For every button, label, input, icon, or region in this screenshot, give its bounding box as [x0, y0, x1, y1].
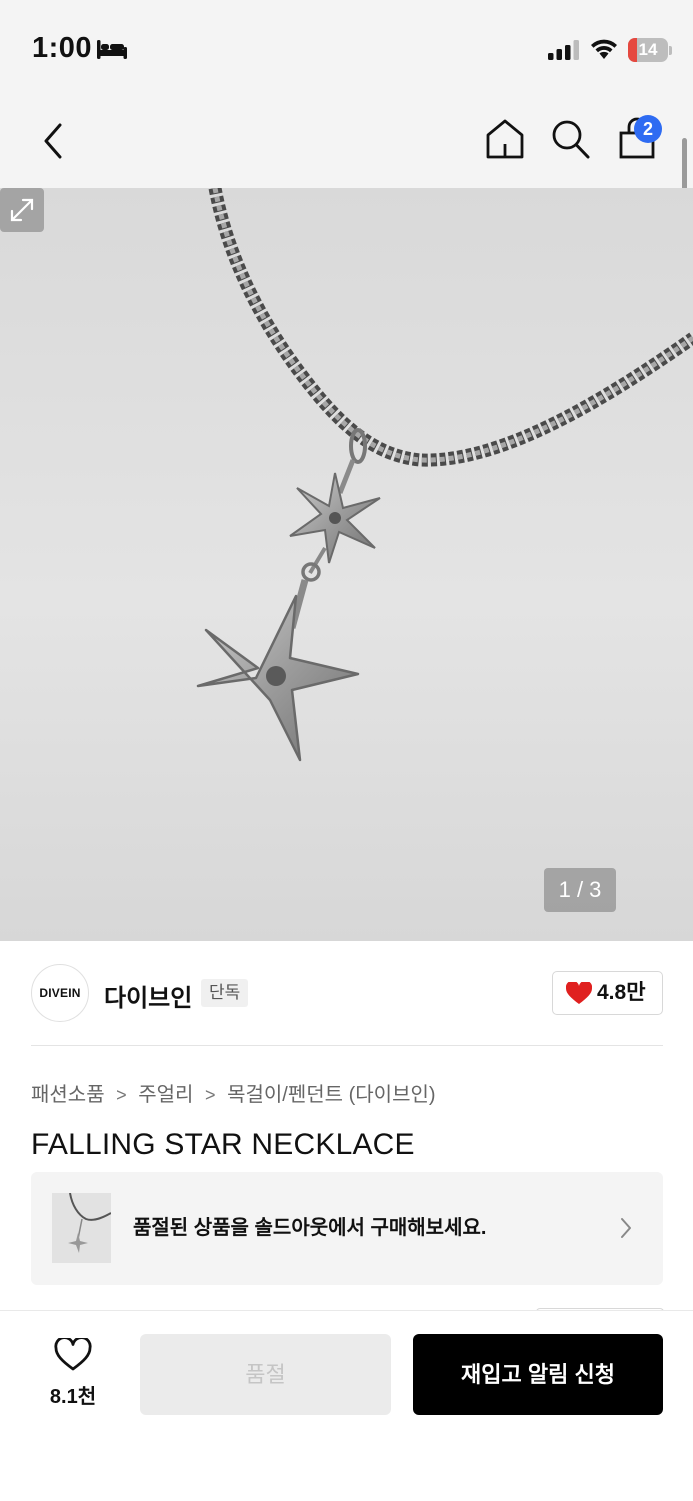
status-time: 1:00	[32, 32, 93, 64]
signal-icon	[548, 40, 579, 60]
breadcrumb-item[interactable]: 패션소품	[31, 1084, 105, 1106]
section-divider	[31, 1045, 663, 1046]
home-button[interactable]	[484, 117, 526, 161]
brand-logo[interactable]: DIVEIN	[31, 964, 89, 1022]
battery-icon: 14	[628, 38, 668, 62]
soldout-marketplace-banner[interactable]: 품절된 상품을 솔드아웃에서 구매해보세요.	[31, 1172, 663, 1285]
search-button[interactable]	[550, 117, 592, 161]
battery-nub	[669, 46, 672, 55]
expand-icon	[10, 198, 34, 222]
sleep-icon	[97, 40, 127, 59]
product-thumbnail	[52, 1193, 111, 1263]
product-image	[196, 188, 693, 762]
battery-level: 14	[638, 40, 658, 59]
top-nav-bar	[0, 95, 693, 188]
wishlist-button[interactable]: 8.1천	[40, 1334, 106, 1414]
status-bar: 1:00 14	[0, 0, 693, 95]
chevron-right-icon: >	[205, 1085, 216, 1105]
breadcrumb-item[interactable]: 주얼리	[138, 1084, 193, 1106]
product-image-gallery[interactable]: 1 / 3	[0, 188, 693, 941]
heart-icon	[566, 982, 592, 1004]
soldout-button[interactable]: 품절	[140, 1334, 391, 1415]
wifi-icon	[591, 39, 617, 59]
restock-alert-button[interactable]: 재입고 알림 신청	[413, 1334, 663, 1415]
heart-outline-icon	[54, 1338, 92, 1371]
breadcrumb-item[interactable]: 목걸이/펜던트 (다이브인)	[227, 1084, 435, 1106]
back-button[interactable]	[36, 119, 72, 163]
brand-name[interactable]: 다이브인	[104, 978, 192, 1013]
exclusive-badge: 단독	[201, 979, 249, 1007]
product-title: FALLING STAR NECKLACE	[31, 1128, 415, 1161]
brand-like-count: 4.8만	[597, 981, 646, 1004]
breadcrumb: 패션소품 > 주얼리 > 목걸이/펜던트 (다이브인)	[31, 1078, 436, 1107]
expand-image-button[interactable]	[0, 188, 44, 232]
image-page-indicator: 1 / 3	[544, 868, 616, 912]
chevron-right-icon	[621, 1218, 631, 1238]
wishlist-count: 8.1천	[49, 1386, 97, 1408]
chevron-right-icon: >	[116, 1085, 127, 1105]
brand-like-button[interactable]: 4.8만	[552, 971, 663, 1015]
soldout-banner-text: 품절된 상품을 솔드아웃에서 구매해보세요.	[133, 1217, 487, 1239]
cart-count-badge: 2	[634, 115, 662, 143]
